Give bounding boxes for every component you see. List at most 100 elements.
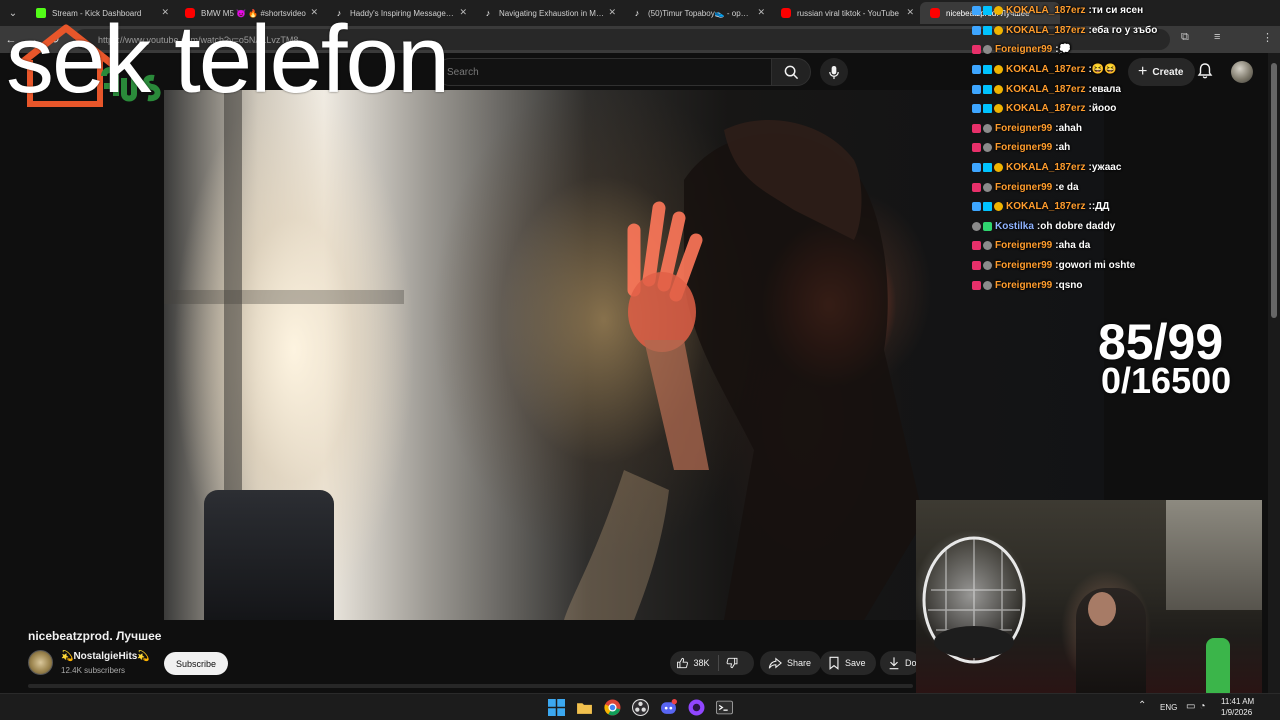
overlay-caption: sek telefon: [6, 6, 450, 113]
close-icon[interactable]: ✕: [757, 7, 765, 18]
chat-text: ah: [1058, 142, 1071, 154]
browser-tab[interactable]: ♪ (50)Timur Topaboy👟 - оригин ✕: [622, 2, 771, 24]
chat-message: KOKALA_187erz: ти си ясен: [972, 1, 1272, 21]
chat-badges: [972, 143, 992, 153]
save-icon: [829, 656, 839, 670]
close-icon[interactable]: ✕: [906, 7, 914, 18]
browser-tab[interactable]: ♪ Navigating Exhaustion in Mode ✕: [473, 2, 622, 24]
webcam-scene-shelf: [1166, 500, 1262, 610]
gift-badge-icon: [972, 261, 981, 271]
discord-icon[interactable]: [660, 699, 677, 716]
chat-username[interactable]: Foreigner99: [995, 280, 1052, 291]
chat-username[interactable]: Foreigner99: [995, 123, 1052, 134]
gift-badge-icon: [972, 143, 981, 153]
og-badge-icon: [972, 221, 981, 231]
chat-username[interactable]: KOKALA_187erz: [1006, 201, 1085, 212]
browser-tab[interactable]: russian viral tiktok - YouTube ✕: [771, 2, 920, 24]
vip-badge-icon: [983, 202, 992, 212]
gift-badge-icon: [972, 241, 981, 251]
channel-name[interactable]: 💫NostalgieHits💫: [61, 651, 150, 662]
chat-username[interactable]: Foreigner99: [995, 260, 1052, 271]
chat-username[interactable]: Foreigner99: [995, 182, 1052, 193]
file-explorer-icon[interactable]: [576, 699, 593, 716]
windows-start-icon[interactable]: [548, 699, 565, 716]
chat-text: :ДД: [1091, 201, 1110, 213]
download-label: Do: [905, 658, 917, 668]
og-badge-icon: [983, 143, 992, 153]
obs-icon[interactable]: [632, 699, 649, 716]
tray-status-icons[interactable]: ▭◔: [1186, 701, 1210, 712]
mod-badge-icon: [972, 25, 981, 35]
chat-username[interactable]: KOKALA_187erz: [1006, 103, 1085, 114]
vip-badge-icon: [983, 6, 992, 16]
chat-username[interactable]: Foreigner99: [995, 142, 1052, 153]
terminal-icon[interactable]: [716, 699, 733, 716]
search-icon: [784, 65, 798, 79]
close-icon[interactable]: ✕: [459, 7, 467, 18]
sub-badge-icon: [994, 163, 1003, 173]
description-box-edge: [28, 684, 913, 688]
chat-message: Foreigner99: ah: [972, 138, 1272, 158]
gift-badge-icon: [972, 182, 981, 192]
green-badge-icon: [983, 221, 992, 231]
page-scrollbar[interactable]: [1268, 53, 1280, 693]
microphone-icon: [829, 65, 839, 79]
chat-message: KOKALA_187erz: 😆😆: [972, 60, 1272, 80]
chat-text: gowori mi oshte: [1058, 260, 1136, 272]
chat-message: KOKALA_187erz: ужаас: [972, 158, 1272, 178]
subscriber-count: 12.4K subscribers: [61, 666, 126, 675]
chat-username[interactable]: KOKALA_187erz: [1006, 25, 1085, 36]
chat-badges: [972, 25, 1003, 35]
mod-badge-icon: [972, 65, 981, 75]
download-button[interactable]: Do: [880, 651, 920, 675]
sub-badge-icon: [994, 6, 1003, 16]
channel-avatar[interactable]: [28, 650, 53, 675]
clock-time[interactable]: 11:41 AM: [1221, 697, 1254, 706]
chat-username[interactable]: KOKALA_187erz: [1006, 162, 1085, 173]
mod-badge-icon: [972, 104, 981, 114]
tab-title: (50)Timur Topaboy👟 - оригин: [648, 8, 753, 18]
os-taskbar: ⌃ ENG ▭◔ 11:41 AM 1/9/2026: [0, 693, 1280, 720]
chat-badges: [972, 221, 992, 231]
mod-badge-icon: [972, 84, 981, 94]
sub-badge-icon: [994, 202, 1003, 212]
chat-message: KOKALA_187erz: евала: [972, 79, 1272, 99]
og-badge-icon: [983, 241, 992, 251]
download-icon: [889, 657, 899, 670]
chat-message: KOKALA_187erz: :ДД: [972, 197, 1272, 217]
gift-badge-icon: [972, 123, 981, 133]
save-label: Save: [845, 658, 866, 668]
scrollbar-thumb[interactable]: [1271, 63, 1277, 318]
video-title: nicebeatzprod. Лучшее: [28, 629, 162, 643]
subscribe-button[interactable]: Subscribe: [164, 652, 229, 675]
search-input[interactable]: Search: [436, 58, 772, 86]
mod-badge-icon: [972, 163, 981, 173]
vip-badge-icon: [983, 84, 992, 94]
input-language[interactable]: ENG: [1160, 703, 1177, 712]
og-badge-icon: [983, 45, 992, 55]
chat-username[interactable]: KOKALA_187erz: [1006, 64, 1085, 75]
app-icon[interactable]: [688, 699, 705, 716]
chat-username[interactable]: KOKALA_187erz: [1006, 84, 1085, 95]
like-count[interactable]: 38K: [694, 658, 710, 668]
thumbs-down-icon[interactable]: [726, 656, 739, 670]
chrome-icon[interactable]: [604, 699, 621, 716]
chat-badges: [972, 182, 992, 192]
chat-username[interactable]: Foreigner99: [995, 44, 1052, 55]
gift-badge-icon: [972, 280, 981, 290]
chat-badges: [972, 65, 1003, 75]
thumbs-up-icon[interactable]: [676, 656, 689, 670]
share-button[interactable]: Share: [760, 651, 822, 675]
tray-expand-icon[interactable]: ⌃: [1138, 700, 1146, 711]
chat-badges: [972, 45, 992, 55]
chat-username[interactable]: Kostilka: [995, 221, 1034, 232]
chat-text: ти си ясен: [1091, 5, 1144, 17]
clock-date[interactable]: 1/9/2026: [1221, 708, 1252, 717]
chat-username[interactable]: KOKALA_187erz: [1006, 5, 1085, 16]
voice-search-button[interactable]: [820, 58, 848, 86]
save-button[interactable]: Save: [820, 651, 876, 675]
search-button[interactable]: [771, 58, 811, 86]
chat-username[interactable]: Foreigner99: [995, 240, 1052, 251]
close-icon[interactable]: ✕: [608, 7, 616, 18]
divider: [717, 655, 719, 671]
